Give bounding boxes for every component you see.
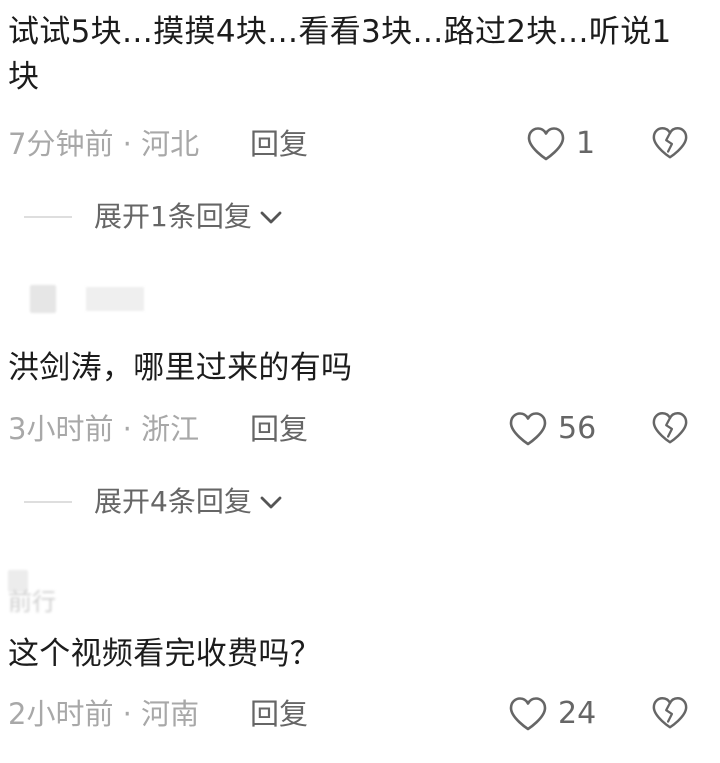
expand-replies-label: 展开1条回复 — [94, 200, 252, 233]
like-button[interactable]: 56 — [508, 409, 596, 449]
comment-meta: 7分钟前 · 河北 回复 1 — [0, 124, 720, 164]
comment-time-location: 3小时前 · 浙江 — [8, 412, 200, 446]
reply-button[interactable]: 回复 — [250, 124, 308, 164]
chevron-down-icon — [260, 211, 282, 224]
dislike-button[interactable] — [651, 695, 689, 735]
comment-text: 试试5块…摸摸4块…看看3块…路过2块…听说1块 — [8, 14, 672, 95]
heart-outline-icon — [509, 412, 547, 446]
dislike-button[interactable] — [651, 410, 689, 450]
author-name[interactable]: 前行 — [8, 590, 56, 614]
heart-outline-icon — [527, 127, 565, 161]
like-button[interactable]: 24 — [508, 694, 596, 734]
reply-button[interactable]: 回复 — [250, 409, 308, 449]
comment-meta: 3小时前 · 浙江 回复 56 — [0, 409, 720, 449]
expand-replies-label: 展开4条回复 — [94, 485, 252, 518]
comment-text: 洪剑涛，哪里过来的有吗 — [8, 350, 353, 386]
broken-heart-icon — [652, 697, 688, 729]
broken-heart-icon — [652, 412, 688, 444]
like-count: 1 — [576, 126, 596, 161]
divider-line — [24, 501, 72, 503]
author-name[interactable] — [86, 287, 144, 311]
divider-line — [24, 216, 72, 218]
reply-button[interactable]: 回复 — [250, 694, 308, 734]
expand-replies-button[interactable]: 展开1条回复 — [24, 197, 284, 237]
like-count: 56 — [558, 411, 597, 446]
comment-time-location: 2小时前 · 河南 — [8, 697, 200, 731]
comment-time-location: 7分钟前 · 河北 — [8, 127, 200, 161]
chevron-down-icon — [260, 496, 282, 509]
broken-heart-icon — [652, 127, 688, 159]
avatar[interactable] — [30, 285, 56, 313]
comment-meta: 2小时前 · 河南 回复 24 — [0, 694, 720, 734]
comment-text: 这个视频看完收费吗？ — [8, 636, 321, 672]
dislike-button[interactable] — [651, 125, 689, 165]
like-count: 24 — [558, 696, 597, 731]
expand-replies-button[interactable]: 展开4条回复 — [24, 482, 284, 522]
like-button[interactable]: 1 — [526, 124, 595, 164]
heart-outline-icon — [509, 697, 547, 731]
